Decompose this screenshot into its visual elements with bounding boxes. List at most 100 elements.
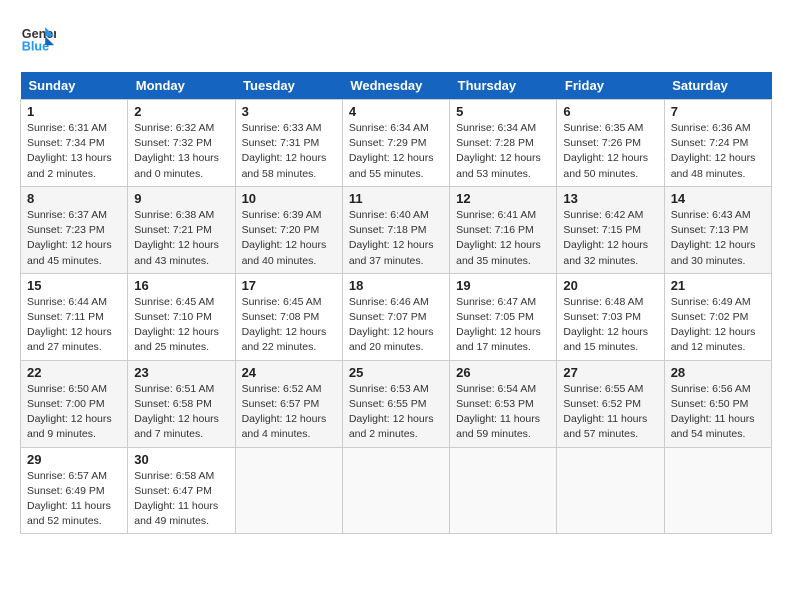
column-header-thursday: Thursday bbox=[450, 72, 557, 100]
svg-text:Blue: Blue bbox=[22, 40, 49, 54]
day-number: 22 bbox=[27, 365, 121, 380]
day-info: Sunrise: 6:32 AMSunset: 7:32 PMDaylight:… bbox=[134, 121, 228, 182]
column-header-sunday: Sunday bbox=[21, 72, 128, 100]
day-info: Sunrise: 6:54 AMSunset: 6:53 PMDaylight:… bbox=[456, 382, 550, 443]
day-number: 7 bbox=[671, 104, 765, 119]
logo-icon: General Blue bbox=[20, 20, 56, 56]
day-number: 28 bbox=[671, 365, 765, 380]
calendar-cell: 12 Sunrise: 6:41 AMSunset: 7:16 PMDayligh… bbox=[450, 186, 557, 273]
calendar-cell bbox=[450, 447, 557, 534]
day-info: Sunrise: 6:52 AMSunset: 6:57 PMDaylight:… bbox=[242, 382, 336, 443]
day-number: 12 bbox=[456, 191, 550, 206]
calendar-cell: 8Sunrise: 6:37 AMSunset: 7:23 PMDaylight… bbox=[21, 186, 128, 273]
week-row: 29Sunrise: 6:57 AMSunset: 6:49 PMDayligh… bbox=[21, 447, 772, 534]
day-number: 27 bbox=[563, 365, 657, 380]
week-row: 8Sunrise: 6:37 AMSunset: 7:23 PMDaylight… bbox=[21, 186, 772, 273]
calendar-cell: 19 Sunrise: 6:47 AMSunset: 7:05 PMDayligh… bbox=[450, 273, 557, 360]
calendar-cell: 7 Sunrise: 6:36 AMSunset: 7:24 PMDaylight… bbox=[664, 100, 771, 187]
calendar-cell: 17Sunrise: 6:45 AMSunset: 7:08 PMDayligh… bbox=[235, 273, 342, 360]
calendar-cell: 2 Sunrise: 6:32 AMSunset: 7:32 PMDaylight… bbox=[128, 100, 235, 187]
calendar-cell: 11Sunrise: 6:40 AMSunset: 7:18 PMDayligh… bbox=[342, 186, 449, 273]
calendar-cell: 4 Sunrise: 6:34 AMSunset: 7:29 PMDaylight… bbox=[342, 100, 449, 187]
day-info: Sunrise: 6:39 AMSunset: 7:20 PMDaylight:… bbox=[242, 208, 336, 269]
day-number: 11 bbox=[349, 191, 443, 206]
day-number: 20 bbox=[563, 278, 657, 293]
calendar-cell: 9 Sunrise: 6:38 AMSunset: 7:21 PMDaylight… bbox=[128, 186, 235, 273]
calendar-cell bbox=[235, 447, 342, 534]
calendar-cell: 22 Sunrise: 6:50 AMSunset: 7:00 PMDayligh… bbox=[21, 360, 128, 447]
calendar-cell bbox=[664, 447, 771, 534]
day-number: 25 bbox=[349, 365, 443, 380]
calendar-cell bbox=[342, 447, 449, 534]
page-header: General Blue bbox=[20, 20, 772, 56]
column-header-saturday: Saturday bbox=[664, 72, 771, 100]
calendar-cell: 29Sunrise: 6:57 AMSunset: 6:49 PMDayligh… bbox=[21, 447, 128, 534]
day-info: Sunrise: 6:36 AMSunset: 7:24 PMDaylight:… bbox=[671, 121, 765, 182]
calendar-cell: 15 Sunrise: 6:44 AMSunset: 7:11 PMDayligh… bbox=[21, 273, 128, 360]
column-header-monday: Monday bbox=[128, 72, 235, 100]
day-info: Sunrise: 6:50 AMSunset: 7:00 PMDaylight:… bbox=[27, 382, 121, 443]
day-info: Sunrise: 6:38 AMSunset: 7:21 PMDaylight:… bbox=[134, 208, 228, 269]
calendar-cell: 23Sunrise: 6:51 AMSunset: 6:58 PMDayligh… bbox=[128, 360, 235, 447]
day-number: 6 bbox=[563, 104, 657, 119]
calendar-cell: 14 Sunrise: 6:43 AMSunset: 7:13 PMDayligh… bbox=[664, 186, 771, 273]
week-row: 22 Sunrise: 6:50 AMSunset: 7:00 PMDayligh… bbox=[21, 360, 772, 447]
calendar-cell: 16 Sunrise: 6:45 AMSunset: 7:10 PMDayligh… bbox=[128, 273, 235, 360]
day-info: Sunrise: 6:46 AMSunset: 7:07 PMDaylight:… bbox=[349, 295, 443, 356]
week-row: 15 Sunrise: 6:44 AMSunset: 7:11 PMDayligh… bbox=[21, 273, 772, 360]
day-number: 15 bbox=[27, 278, 121, 293]
calendar-cell: 24 Sunrise: 6:52 AMSunset: 6:57 PMDayligh… bbox=[235, 360, 342, 447]
day-number: 14 bbox=[671, 191, 765, 206]
calendar-cell: 13 Sunrise: 6:42 AMSunset: 7:15 PMDayligh… bbox=[557, 186, 664, 273]
day-info: Sunrise: 6:34 AMSunset: 7:28 PMDaylight:… bbox=[456, 121, 550, 182]
day-info: Sunrise: 6:45 AMSunset: 7:08 PMDaylight:… bbox=[242, 295, 336, 356]
calendar-cell: 10Sunrise: 6:39 AMSunset: 7:20 PMDayligh… bbox=[235, 186, 342, 273]
day-info: Sunrise: 6:42 AMSunset: 7:15 PMDaylight:… bbox=[563, 208, 657, 269]
day-number: 5 bbox=[456, 104, 550, 119]
day-info: Sunrise: 6:41 AMSunset: 7:16 PMDaylight:… bbox=[456, 208, 550, 269]
logo: General Blue bbox=[20, 20, 56, 56]
day-number: 21 bbox=[671, 278, 765, 293]
calendar-cell: 6 Sunrise: 6:35 AMSunset: 7:26 PMDaylight… bbox=[557, 100, 664, 187]
calendar-cell: 26 Sunrise: 6:54 AMSunset: 6:53 PMDayligh… bbox=[450, 360, 557, 447]
column-header-tuesday: Tuesday bbox=[235, 72, 342, 100]
day-info: Sunrise: 6:48 AMSunset: 7:03 PMDaylight:… bbox=[563, 295, 657, 356]
calendar-cell: 20 Sunrise: 6:48 AMSunset: 7:03 PMDayligh… bbox=[557, 273, 664, 360]
calendar-cell: 30 Sunrise: 6:58 AMSunset: 6:47 PMDayligh… bbox=[128, 447, 235, 534]
day-number: 24 bbox=[242, 365, 336, 380]
day-number: 19 bbox=[456, 278, 550, 293]
day-info: Sunrise: 6:37 AMSunset: 7:23 PMDaylight:… bbox=[27, 208, 121, 269]
day-info: Sunrise: 6:31 AMSunset: 7:34 PMDaylight:… bbox=[27, 121, 121, 182]
calendar-cell bbox=[557, 447, 664, 534]
column-header-wednesday: Wednesday bbox=[342, 72, 449, 100]
day-number: 9 bbox=[134, 191, 228, 206]
day-number: 30 bbox=[134, 452, 228, 467]
day-info: Sunrise: 6:35 AMSunset: 7:26 PMDaylight:… bbox=[563, 121, 657, 182]
day-info: Sunrise: 6:49 AMSunset: 7:02 PMDaylight:… bbox=[671, 295, 765, 356]
day-info: Sunrise: 6:34 AMSunset: 7:29 PMDaylight:… bbox=[349, 121, 443, 182]
day-number: 13 bbox=[563, 191, 657, 206]
week-row: 1Sunrise: 6:31 AMSunset: 7:34 PMDaylight… bbox=[21, 100, 772, 187]
day-number: 26 bbox=[456, 365, 550, 380]
day-number: 4 bbox=[349, 104, 443, 119]
calendar-cell: 27Sunrise: 6:55 AMSunset: 6:52 PMDayligh… bbox=[557, 360, 664, 447]
calendar-header-row: SundayMondayTuesdayWednesdayThursdayFrid… bbox=[21, 72, 772, 100]
day-info: Sunrise: 6:58 AMSunset: 6:47 PMDaylight:… bbox=[134, 469, 228, 530]
day-info: Sunrise: 6:43 AMSunset: 7:13 PMDaylight:… bbox=[671, 208, 765, 269]
day-number: 23 bbox=[134, 365, 228, 380]
calendar-cell: 5 Sunrise: 6:34 AMSunset: 7:28 PMDaylight… bbox=[450, 100, 557, 187]
day-number: 3 bbox=[242, 104, 336, 119]
calendar-body: 1Sunrise: 6:31 AMSunset: 7:34 PMDaylight… bbox=[21, 100, 772, 534]
day-info: Sunrise: 6:33 AMSunset: 7:31 PMDaylight:… bbox=[242, 121, 336, 182]
calendar-cell: 3 Sunrise: 6:33 AMSunset: 7:31 PMDaylight… bbox=[235, 100, 342, 187]
calendar-cell: 21 Sunrise: 6:49 AMSunset: 7:02 PMDayligh… bbox=[664, 273, 771, 360]
day-info: Sunrise: 6:53 AMSunset: 6:55 PMDaylight:… bbox=[349, 382, 443, 443]
day-info: Sunrise: 6:56 AMSunset: 6:50 PMDaylight:… bbox=[671, 382, 765, 443]
day-info: Sunrise: 6:44 AMSunset: 7:11 PMDaylight:… bbox=[27, 295, 121, 356]
day-number: 16 bbox=[134, 278, 228, 293]
day-number: 2 bbox=[134, 104, 228, 119]
day-info: Sunrise: 6:45 AMSunset: 7:10 PMDaylight:… bbox=[134, 295, 228, 356]
day-info: Sunrise: 6:47 AMSunset: 7:05 PMDaylight:… bbox=[456, 295, 550, 356]
day-info: Sunrise: 6:57 AMSunset: 6:49 PMDaylight:… bbox=[27, 469, 121, 530]
day-number: 18 bbox=[349, 278, 443, 293]
